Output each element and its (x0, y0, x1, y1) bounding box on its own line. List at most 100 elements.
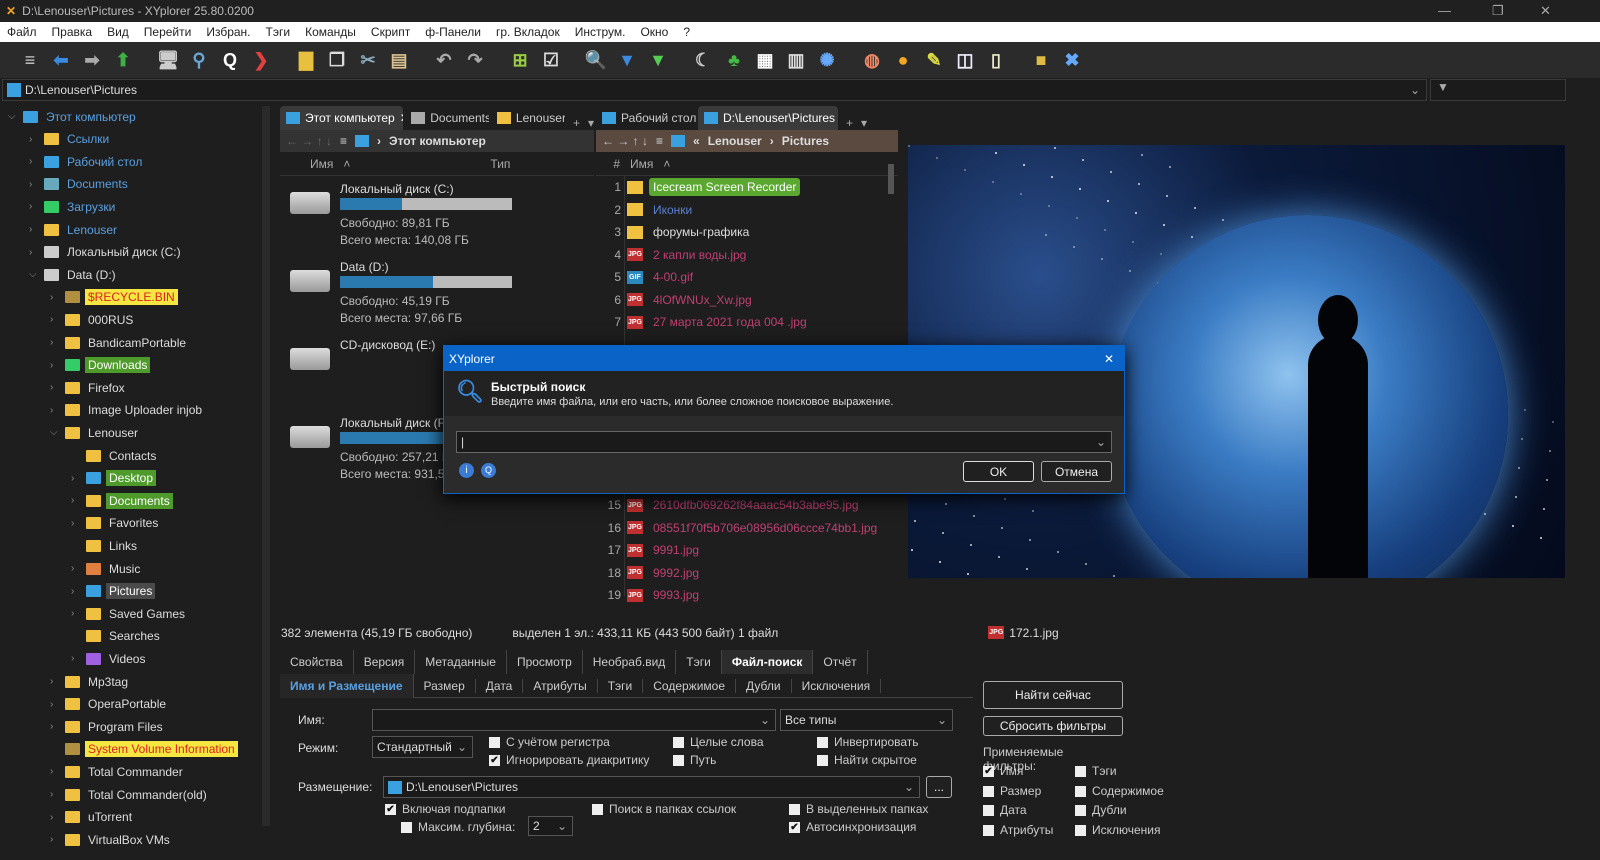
menu-item[interactable]: ? (683, 25, 690, 39)
stop-icon[interactable]: ■ (1029, 48, 1053, 72)
checkbox-5[interactable]: Дубли (1075, 803, 1127, 817)
tree-item[interactable]: ⌵ Lenouser (50, 422, 141, 443)
menu-item[interactable]: гр. Вкладок (496, 25, 560, 39)
checkbox[interactable] (1075, 765, 1086, 777)
collapse-arrow-icon[interactable]: ⌵ (29, 269, 39, 280)
brush-icon[interactable]: ✎ (922, 48, 946, 72)
drive-item[interactable]: Data (D:) Свободно: 45,19 ГБ Всего места: … (290, 260, 590, 330)
tree-scrollbar[interactable] (262, 106, 270, 826)
reset-filters-button[interactable]: Сбросить фильтры (983, 716, 1123, 736)
file-row[interactable]: 17 JPG 9991.jpg (597, 539, 703, 561)
maximize-button[interactable]: ❐ (1492, 3, 1504, 19)
menu-item[interactable]: Перейти (144, 25, 192, 39)
col-type[interactable]: Тип (490, 157, 510, 171)
expand-arrow-icon[interactable]: › (71, 653, 81, 664)
menu-item[interactable]: Окно (640, 25, 668, 39)
tree-item[interactable]: › OperaPortable (50, 694, 169, 715)
location-input[interactable]: D:\Lenouser\Pictures ⌄ (383, 776, 920, 798)
expand-arrow-icon[interactable]: › (50, 766, 60, 777)
info-tab[interactable]: Просмотр (507, 650, 583, 674)
menu-icon[interactable]: ≡ (340, 134, 347, 148)
tree-item[interactable]: › Загрузки (29, 196, 118, 217)
checked-icon[interactable]: ✔ (789, 821, 800, 833)
expand-arrow-icon[interactable]: › (71, 473, 81, 484)
info-tab[interactable]: Отчёт (813, 650, 868, 674)
chevron-down-icon[interactable]: ⌄ (1096, 435, 1106, 449)
tree-item[interactable]: › Desktop (71, 468, 157, 489)
close-tab-icon[interactable]: ✕ (400, 111, 404, 125)
expand-arrow-icon[interactable]: › (29, 179, 39, 190)
expand-arrow-icon[interactable]: › (50, 789, 60, 800)
tree-item[interactable]: › Favorites (71, 513, 161, 534)
expand-arrow-icon[interactable]: › (50, 676, 60, 687)
menu-item[interactable]: ф-Панели (425, 25, 481, 39)
menu-icon[interactable]: ≡ (656, 134, 663, 148)
tree-item[interactable]: › $RECYCLE.BIN (50, 287, 178, 308)
chevron-down-icon[interactable]: ⌄ (760, 713, 770, 727)
tree-item[interactable]: › Documents (29, 174, 131, 195)
checkbox-3[interactable]: Максим. глубина: (401, 820, 515, 834)
checkbox[interactable] (1075, 824, 1086, 836)
filter-input[interactable]: ▼ (1430, 79, 1566, 101)
find-icon[interactable]: Q (218, 48, 242, 72)
checkbox[interactable] (1075, 804, 1086, 816)
tree-item[interactable]: › 000RUS (50, 309, 136, 330)
info-tab[interactable]: Файл-поиск (721, 650, 814, 674)
tree-item[interactable]: › Total Commander (50, 761, 186, 782)
file-row[interactable]: 18 JPG 9992.jpg (597, 562, 703, 584)
tree-green-icon[interactable]: ♣ (722, 48, 746, 72)
expand-arrow-icon[interactable]: › (50, 314, 60, 325)
expand-arrow-icon[interactable]: › (50, 405, 60, 416)
info-tab[interactable]: Свойства (280, 650, 354, 674)
expand-arrow-icon[interactable]: › (50, 812, 60, 823)
chevron-down-icon[interactable]: ⌄ (937, 713, 947, 727)
new-tab-button[interactable]: + (840, 116, 859, 130)
checkbox-4[interactable]: ✔ Автосинхронизация (789, 820, 916, 834)
info-tab[interactable]: Метаданные (415, 650, 507, 674)
checkbox[interactable] (983, 804, 994, 816)
file-row[interactable]: 19 JPG 9993.jpg (597, 584, 703, 606)
menu-item[interactable]: Файл (7, 25, 37, 39)
up-icon[interactable]: ⬆ (111, 48, 135, 72)
file-row[interactable]: 5 GIF 4-00.gif (597, 266, 697, 288)
crumb-this-pc[interactable]: Этот компьютер (389, 134, 486, 148)
file-row[interactable]: 16 JPG 08551f70f5b706e08956d06ccce74bb1.jp… (597, 517, 881, 539)
forward-icon[interactable]: ➡ (80, 48, 104, 72)
search-help-icon[interactable]: Q (481, 463, 496, 478)
tools-icon[interactable]: ✖ (1060, 48, 1084, 72)
location-icon[interactable]: ⚲ (187, 48, 211, 72)
tab-menu-icon[interactable]: ▾ (861, 116, 867, 130)
menu-item[interactable]: Вид (107, 25, 129, 39)
tree-item[interactable]: › Documents (71, 490, 173, 511)
checkbox[interactable] (1075, 785, 1086, 797)
tree-item[interactable]: › Ссылки (29, 129, 112, 150)
expand-arrow-icon[interactable]: › (71, 563, 81, 574)
paste-icon[interactable]: ▤ (387, 48, 411, 72)
basketball-icon[interactable]: ◍ (860, 48, 884, 72)
checkbox-2[interactable]: В выделенных папках (789, 802, 928, 816)
checkbox-0[interactable]: ✔ Имя (983, 764, 1023, 778)
address-input[interactable]: D:\Lenouser\Pictures (25, 83, 137, 97)
address-bar[interactable]: D:\Lenouser\Pictures ⌄ (2, 79, 1427, 101)
info-tab[interactable]: Версия (354, 650, 416, 674)
menu-item[interactable]: Скрипт (371, 25, 410, 39)
checkbox[interactable] (673, 754, 684, 766)
checkbox[interactable] (592, 803, 603, 815)
ok-button[interactable]: OK (963, 461, 1034, 482)
tab-menu-icon[interactable]: ▾ (588, 116, 594, 130)
checkbox-5[interactable]: Найти скрытое (817, 753, 917, 767)
checkbox-4[interactable]: Дата (983, 803, 1027, 817)
checkbox[interactable] (983, 785, 994, 797)
expand-arrow-icon[interactable]: › (50, 382, 60, 393)
checkbox-6[interactable]: Атрибуты (983, 823, 1053, 837)
checkbox-0[interactable]: ✔ Включая подпапки (385, 802, 505, 816)
chevron-down-icon[interactable]: ⌄ (1410, 83, 1420, 97)
cut-icon[interactable]: ✂ (356, 48, 380, 72)
expand-arrow-icon[interactable]: › (29, 134, 39, 145)
depth-select[interactable]: 2 ⌄ (528, 816, 573, 836)
grid-icon[interactable]: ▦ (753, 48, 777, 72)
file-row[interactable]: 6 JPG 4lOfWNUx_Xw.jpg (597, 289, 756, 311)
tree-item[interactable]: › Pictures (71, 581, 156, 602)
file-list-scrollbar[interactable] (888, 164, 894, 194)
checkbox[interactable] (817, 754, 828, 766)
